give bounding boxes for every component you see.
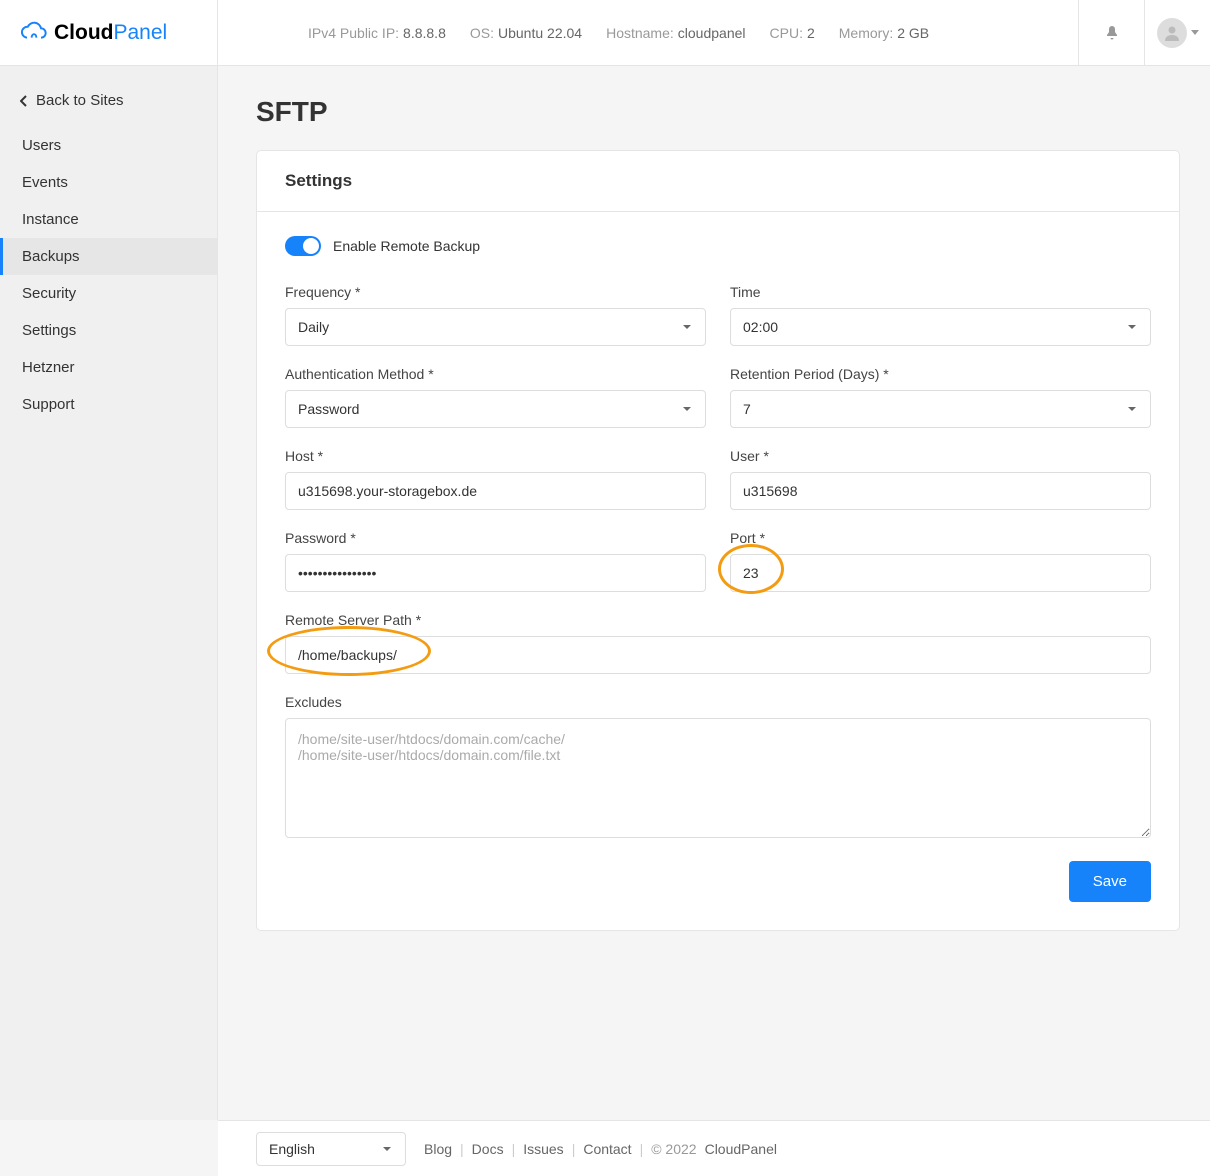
- sidebar-item-backups[interactable]: Backups: [0, 238, 217, 275]
- sidebar: Back to Sites UsersEventsInstanceBackups…: [0, 66, 218, 1120]
- password-input[interactable]: [285, 554, 706, 592]
- host-label: Host *: [285, 448, 706, 464]
- port-input[interactable]: [730, 554, 1151, 592]
- page-title: SFTP: [256, 96, 1180, 128]
- time-select[interactable]: 02:00: [730, 308, 1151, 346]
- topbar: CloudPanel IPv4 Public IP:8.8.8.8 OS:Ubu…: [0, 0, 1210, 66]
- footer: English Blog|Docs|Issues|Contact|© 2022 …: [218, 1120, 1210, 1176]
- user-input[interactable]: [730, 472, 1151, 510]
- status-memory: Memory:2 GB: [839, 25, 929, 41]
- brand-name-1: Cloud: [54, 21, 113, 44]
- auth-method-label: Authentication Method *: [285, 366, 706, 382]
- notifications-button[interactable]: [1078, 0, 1144, 65]
- topbar-right: [1078, 0, 1210, 65]
- chevron-left-icon: [20, 95, 28, 107]
- status-hostname: Hostname:cloudpanel: [606, 25, 745, 41]
- logo[interactable]: CloudPanel: [0, 0, 218, 65]
- sidebar-item-security[interactable]: Security: [0, 275, 217, 312]
- caret-down-icon: [1191, 30, 1199, 35]
- excludes-label: Excludes: [285, 694, 1151, 710]
- sidebar-item-support[interactable]: Support: [0, 386, 217, 423]
- host-input[interactable]: [285, 472, 706, 510]
- main-content: SFTP Settings Enable Remote Backup Frequ…: [218, 66, 1210, 1120]
- status-bar: IPv4 Public IP:8.8.8.8 OS:Ubuntu 22.04 H…: [218, 25, 1078, 41]
- auth-method-select[interactable]: Password: [285, 390, 706, 428]
- brand-name-2: Panel: [113, 21, 167, 44]
- footer-brand-link[interactable]: CloudPanel: [705, 1141, 777, 1157]
- save-button[interactable]: Save: [1069, 861, 1151, 902]
- card-header: Settings: [257, 151, 1179, 212]
- footer-link-issues[interactable]: Issues: [523, 1141, 563, 1157]
- remote-path-label: Remote Server Path *: [285, 612, 1151, 628]
- footer-link-contact[interactable]: Contact: [583, 1141, 631, 1157]
- sidebar-item-instance[interactable]: Instance: [0, 201, 217, 238]
- time-label: Time: [730, 284, 1151, 300]
- bell-icon: [1104, 25, 1120, 41]
- frequency-label: Frequency *: [285, 284, 706, 300]
- user-menu[interactable]: [1144, 0, 1210, 65]
- language-select[interactable]: English: [256, 1132, 406, 1166]
- footer-link-blog[interactable]: Blog: [424, 1141, 452, 1157]
- user-icon: [1163, 24, 1181, 42]
- cloud-icon: [20, 21, 48, 45]
- frequency-select[interactable]: Daily: [285, 308, 706, 346]
- sidebar-item-events[interactable]: Events: [0, 164, 217, 201]
- enable-remote-backup-toggle[interactable]: [285, 236, 321, 256]
- footer-link-docs[interactable]: Docs: [472, 1141, 504, 1157]
- back-to-sites-link[interactable]: Back to Sites: [0, 88, 217, 127]
- settings-card: Settings Enable Remote Backup Frequency …: [256, 150, 1180, 931]
- port-label: Port *: [730, 530, 1151, 546]
- user-label: User *: [730, 448, 1151, 464]
- sidebar-item-users[interactable]: Users: [0, 127, 217, 164]
- status-cpu: CPU:2: [770, 25, 815, 41]
- excludes-textarea[interactable]: [285, 718, 1151, 838]
- status-ip: IPv4 Public IP:8.8.8.8: [308, 25, 446, 41]
- sidebar-item-hetzner[interactable]: Hetzner: [0, 349, 217, 386]
- enable-remote-backup-label: Enable Remote Backup: [333, 238, 480, 254]
- password-label: Password *: [285, 530, 706, 546]
- sidebar-item-settings[interactable]: Settings: [0, 312, 217, 349]
- status-os: OS:Ubuntu 22.04: [470, 25, 582, 41]
- copyright: © 2022: [651, 1141, 696, 1157]
- avatar: [1157, 18, 1187, 48]
- remote-path-input[interactable]: [285, 636, 1151, 674]
- retention-select[interactable]: 7: [730, 390, 1151, 428]
- retention-label: Retention Period (Days) *: [730, 366, 1151, 382]
